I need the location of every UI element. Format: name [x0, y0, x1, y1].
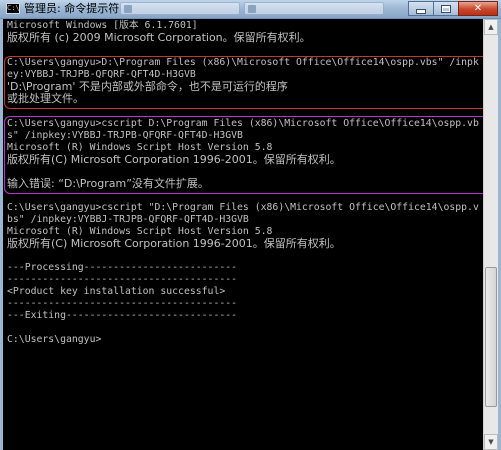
- console-line: ---------------------------------------: [7, 274, 238, 285]
- console-line: ---Processing--------------------------: [7, 262, 238, 273]
- maximize-button[interactable]: [433, 1, 459, 16]
- console-line: ---------------------------------------: [7, 298, 238, 309]
- vertical-scrollbar[interactable]: ▲ ▼: [483, 19, 498, 450]
- window-icon: [124, 5, 132, 13]
- close-button[interactable]: ✕: [458, 1, 498, 16]
- error-highlight-box: [4, 56, 483, 109]
- console-line: <Product key installation successful>: [7, 286, 226, 297]
- error-highlight-box: [4, 116, 483, 194]
- window-title: 管理员: 命令提示符: [24, 2, 120, 15]
- background-window-tab[interactable]: [120, 2, 240, 15]
- console-line: C:\Users\gangyu>cscript "D:\Program File…: [7, 202, 479, 213]
- window-icon: [248, 5, 256, 13]
- console-line: 版权所有 (c) 2009 Microsoft Corporation。保留所有…: [7, 31, 311, 44]
- console-line: bs" /inpkey:VYBBJ-TRJPB-QFQRF-QFT4D-H3GV…: [7, 214, 249, 225]
- console-output[interactable]: Microsoft Windows [版本 6.1.7601] 版权所有 (c)…: [3, 19, 483, 450]
- title-bar[interactable]: C:\ 管理员: 命令提示符 ✕: [0, 0, 501, 19]
- scroll-up-button[interactable]: ▲: [484, 19, 498, 35]
- scrollbar-thumb[interactable]: [485, 267, 497, 407]
- minimize-button[interactable]: [408, 1, 434, 16]
- window-controls: ✕: [408, 1, 498, 16]
- console-line: ---Exiting-----------------------------: [7, 310, 238, 321]
- cmd-icon: C:\: [6, 3, 20, 14]
- close-icon: ✕: [473, 3, 483, 14]
- scroll-down-button[interactable]: ▼: [484, 434, 498, 450]
- console-line: 版权所有(C) Microsoft Corporation 1996-2001。…: [7, 237, 341, 250]
- maximize-icon: [441, 4, 451, 13]
- console-prompt: C:\Users\gangyu>: [7, 334, 102, 345]
- background-window-tab[interactable]: [244, 2, 384, 15]
- minimize-icon: [416, 9, 426, 14]
